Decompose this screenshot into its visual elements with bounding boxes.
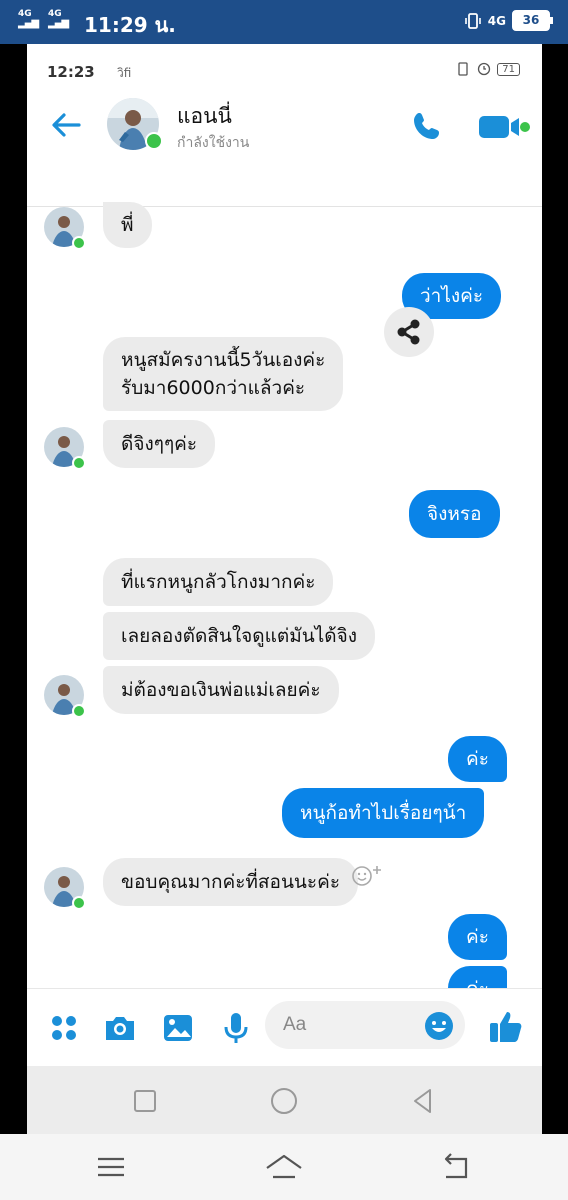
signal-indicator-1: 4G ▂▄▆: [18, 10, 39, 29]
message-bubble-outgoing[interactable]: หนูก้อทำไปเรื่อยๆน้า: [282, 788, 485, 838]
message-bubble-incoming[interactable]: หนูสมัครงานนี้5วันเองค่ะ รับมา6000กว่าแล…: [103, 337, 344, 411]
contact-name: แอนนี่: [177, 104, 232, 128]
vibrate-icon: [464, 12, 481, 29]
emoji-icon[interactable]: [424, 1011, 454, 1041]
online-status-dot: [72, 896, 86, 910]
message-bubble-outgoing[interactable]: ค่ะ: [448, 914, 507, 960]
message-bubble-incoming[interactable]: ดีจิงๆๆค่ะ: [103, 420, 216, 468]
signal-indicator-2: 4G ▂▄▆: [48, 10, 69, 29]
video-camera-icon[interactable]: [477, 110, 531, 142]
chat-header: แอนนี่ กำลังใช้งาน: [27, 94, 542, 207]
inner-status-bar: 12:23 วิfi 71: [27, 44, 542, 94]
message-composer: [27, 988, 542, 1067]
message-bubble-incoming[interactable]: เลยลองตัดสินใจดูแต่มันได้จิง: [103, 612, 376, 660]
message-bubble-incoming[interactable]: พี่: [103, 202, 152, 248]
back-icon[interactable]: [437, 1150, 477, 1184]
signal-bars-icon: ▂▄▆: [18, 18, 39, 29]
message-bubble-outgoing[interactable]: จิงหรอ: [409, 490, 500, 538]
menu-icon[interactable]: [91, 1150, 131, 1184]
back-arrow-icon[interactable]: [49, 108, 83, 142]
status-time: 11:29 น.: [84, 13, 176, 37]
online-status-dot: [72, 456, 86, 470]
home-icon[interactable]: [264, 1150, 304, 1184]
message-bubble-incoming[interactable]: ที่แรกหนูกลัวโกงมากค่ะ: [103, 558, 334, 606]
alarm-icon: [478, 62, 491, 76]
vibrate-icon: [458, 62, 468, 76]
share-icon: [397, 319, 420, 345]
online-status-dot: [72, 236, 86, 250]
messenger-screen: 12:23 วิfi 71 แอนนี่ กำลังใช้งาน พี่ ว่า…: [27, 44, 542, 1134]
signal-bars-icon: ▂▄▆: [48, 18, 69, 29]
inner-battery-indicator: 71: [497, 62, 520, 76]
message-bubble-outgoing[interactable]: ค่ะ: [448, 736, 507, 782]
camera-icon[interactable]: [103, 1011, 137, 1045]
inner-navigation-bar: [27, 1066, 542, 1134]
grid-menu-icon[interactable]: [47, 1011, 81, 1045]
device-navigation-bar: [0, 1134, 568, 1200]
contact-status: กำลังใช้งาน: [177, 135, 250, 151]
home-icon[interactable]: [269, 1086, 299, 1116]
device-status-bar: 4G ▂▄▆ 4G ▂▄▆ 11:29 น. 4G 36: [0, 0, 568, 44]
online-status-dot: [145, 132, 163, 150]
status-right-icons: 4G 36: [464, 10, 553, 31]
share-button[interactable]: [384, 307, 434, 357]
inner-status-right: 71: [455, 62, 520, 76]
recents-icon[interactable]: [130, 1086, 160, 1116]
image-icon[interactable]: [161, 1011, 195, 1045]
inner-network-indicator: วิfi: [117, 66, 132, 80]
thumbs-up-icon[interactable]: [487, 1007, 525, 1045]
inner-status-time: 12:23: [47, 63, 95, 81]
online-status-dot: [72, 704, 86, 718]
network-type-label: 4G: [487, 13, 506, 28]
add-reaction-icon[interactable]: [350, 862, 384, 888]
message-line: รับมา6000กว่าแล้วค่ะ: [121, 377, 306, 399]
microphone-icon[interactable]: [219, 1011, 253, 1045]
message-line: หนูสมัครงานนี้5วันเองค่ะ: [121, 349, 326, 371]
battery-indicator: 36: [512, 10, 553, 31]
message-bubble-incoming[interactable]: ม่ต้องขอเงินพ่อแม่เลยค่ะ: [103, 666, 339, 714]
back-icon[interactable]: [408, 1086, 438, 1116]
phone-icon[interactable]: [411, 110, 443, 142]
message-bubble-incoming[interactable]: ขอบคุณมากค่ะที่สอนนะค่ะ: [103, 858, 359, 906]
